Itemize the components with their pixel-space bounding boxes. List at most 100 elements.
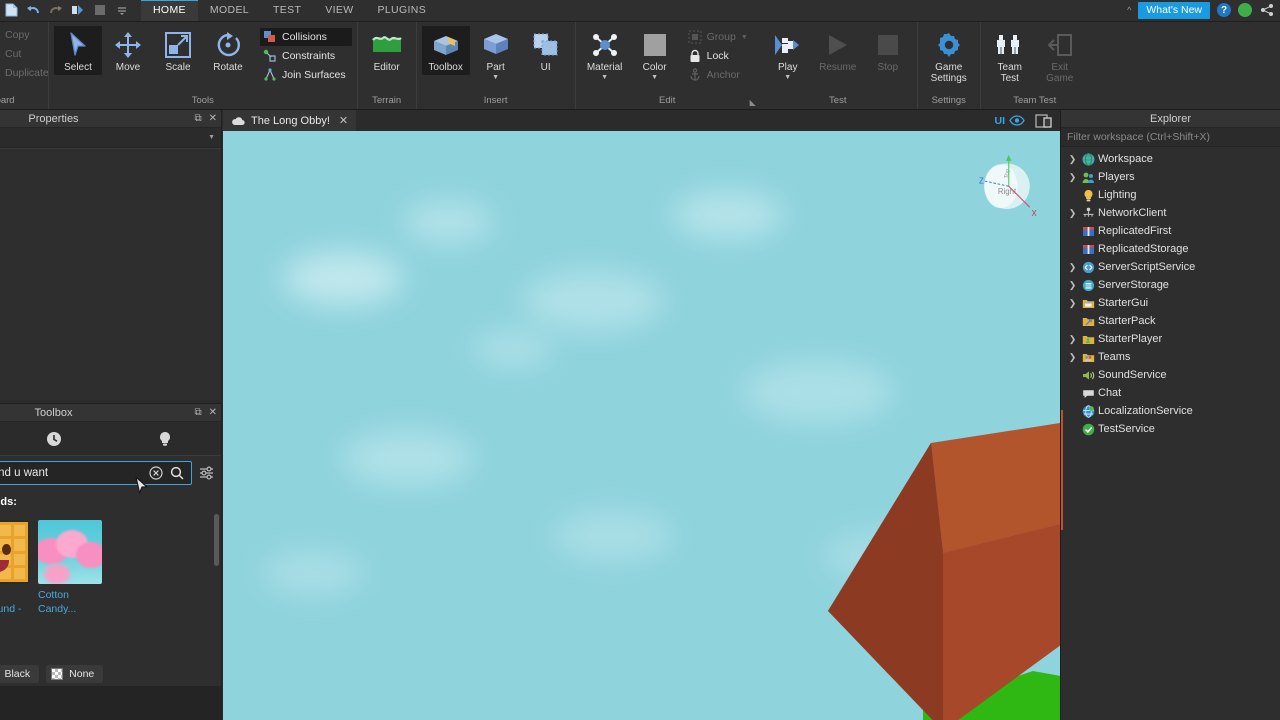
expand-arrow-icon[interactable]: ❯ <box>1067 298 1078 309</box>
explorer-title: Explorer <box>1150 112 1191 125</box>
explorer-item-replicatedstorage[interactable]: ReplicatedStorage <box>1061 240 1280 258</box>
explorer-item-label: NetworkClient <box>1098 207 1167 219</box>
gizmo-axis-x: X <box>1032 209 1038 218</box>
viewport-tab-place[interactable]: The Long Obby! ✕ <box>223 110 357 131</box>
expand-arrow-icon[interactable]: ❯ <box>1067 208 1078 219</box>
properties-filter-input[interactable]: erties (Ctrl+Shift+P) ▼ <box>0 128 221 148</box>
explorer-item-starterplayer[interactable]: ❯ StarterPlayer <box>1061 330 1280 348</box>
device-emulation-button[interactable] <box>1035 113 1052 128</box>
new-file-icon[interactable] <box>4 3 19 18</box>
expand-arrow-icon[interactable]: ❯ <box>1067 172 1078 183</box>
expand-arrow-icon[interactable]: ❯ <box>1067 334 1078 345</box>
team-test-button[interactable]: Team Test <box>986 26 1034 86</box>
explorer-item-chat[interactable]: Chat <box>1061 384 1280 402</box>
expand-arrow-icon[interactable]: ❯ <box>1067 352 1078 363</box>
background-option-black[interactable]: Black <box>0 665 40 683</box>
publish-icon[interactable] <box>70 3 85 18</box>
toolbox-result-item[interactable]: Cotton Candy... <box>38 520 102 616</box>
collapse-ribbon-icon[interactable]: ^ <box>1127 5 1131 15</box>
tab-view[interactable]: VIEW <box>313 0 365 21</box>
part-button[interactable]: Part ▼ <box>472 26 520 82</box>
terrain-editor-button[interactable]: Editor <box>363 26 411 75</box>
network-client-icon <box>1081 206 1095 220</box>
customize-qat-icon[interactable] <box>114 3 129 18</box>
expand-arrow-icon[interactable]: ❯ <box>1067 262 1078 273</box>
toolbox-tab-recent[interactable] <box>0 422 109 455</box>
replicated-icon <box>1081 242 1095 256</box>
clear-search-icon[interactable] <box>149 465 163 480</box>
properties-float-icon[interactable]: ⧉ <box>194 113 201 124</box>
lighting-bulb-icon <box>1081 188 1095 202</box>
tab-model[interactable]: MODEL <box>198 0 261 21</box>
toolbox-close-icon[interactable]: ✕ <box>209 407 217 418</box>
undo-icon[interactable] <box>26 3 41 18</box>
edit-dialog-launcher-icon[interactable]: ◣ <box>750 98 756 107</box>
toolbox-result-item[interactable]: Wafflebackround - <box>0 520 30 616</box>
view-cube-gizmo[interactable]: Right Top Z X <box>972 153 1042 223</box>
explorer-item-testservice[interactable]: TestService <box>1061 420 1280 438</box>
explorer-item-starterpack[interactable]: StarterPack <box>1061 312 1280 330</box>
explorer-item-workspace[interactable]: ❯ Workspace <box>1061 150 1280 168</box>
properties-close-icon[interactable]: ✕ <box>209 113 217 124</box>
material-button[interactable]: Material ▼ <box>581 26 629 82</box>
background-option-none[interactable]: None <box>46 665 104 683</box>
rotate-tool-button[interactable]: Rotate <box>204 26 252 75</box>
explorer-filter-input[interactable]: Filter workspace (Ctrl+Shift+X) <box>1061 128 1280 147</box>
lock-button[interactable]: Lock <box>685 47 754 65</box>
game-settings-button[interactable]: Game Settings <box>923 26 975 86</box>
explorer-item-teams[interactable]: ❯ Teams <box>1061 348 1280 366</box>
explorer-item-startergui[interactable]: ❯ StarterGui <box>1061 294 1280 312</box>
expand-arrow-icon[interactable]: ❯ <box>1067 154 1078 165</box>
toolbox-button[interactable]: Toolbox <box>421 26 470 75</box>
scale-tool-button[interactable]: Scale <box>154 26 202 75</box>
share-icon[interactable] <box>1259 3 1274 18</box>
explorer-item-serverscriptservice[interactable]: ❯ ServerScriptService <box>1061 258 1280 276</box>
explorer-item-lighting[interactable]: Lighting <box>1061 186 1280 204</box>
play-button[interactable]: Play ▼ <box>764 26 812 82</box>
properties-filter-caret-icon[interactable]: ▼ <box>208 134 215 141</box>
viewport-tab-close-icon[interactable]: ✕ <box>339 114 348 127</box>
explorer-item-networkclient[interactable]: ❯ NetworkClient <box>1061 204 1280 222</box>
brown-block[interactable] <box>823 421 1060 720</box>
toolbox-tab-strip <box>0 422 221 456</box>
expand-arrow-icon[interactable]: ❯ <box>1067 280 1078 291</box>
constraints-toggle[interactable]: Constraints <box>260 47 352 65</box>
toolbox-tab-creations[interactable] <box>109 422 221 455</box>
collisions-toggle[interactable]: Collisions <box>260 28 352 46</box>
play-caret-icon[interactable]: ▼ <box>784 74 791 81</box>
toolbox-search-row: s ▼ bacround u want <box>0 456 221 489</box>
toolbox-filter-icon[interactable] <box>197 466 215 480</box>
color-caret-icon[interactable]: ▼ <box>651 74 658 81</box>
tab-home[interactable]: HOME <box>141 0 198 21</box>
join-surfaces-toggle[interactable]: Join Surfaces <box>260 66 352 84</box>
search-icon[interactable] <box>167 466 187 480</box>
material-caret-icon[interactable]: ▼ <box>601 74 608 81</box>
ui-button[interactable]: UI <box>522 26 570 75</box>
cloud-shape <box>553 511 673 561</box>
explorer-item-replicatedfirst[interactable]: ReplicatedFirst <box>1061 222 1280 240</box>
toolbox-search-input[interactable]: bacround u want <box>0 460 192 485</box>
stop-square-icon[interactable] <box>92 3 107 18</box>
toolbox-float-icon[interactable]: ⧉ <box>194 407 201 418</box>
select-tool-button[interactable]: Select <box>54 26 102 75</box>
workspace-globe-icon <box>1081 152 1095 166</box>
viewport-canvas[interactable]: Right Top Z X <box>223 131 1060 720</box>
explorer-item-soundservice[interactable]: SoundService <box>1061 366 1280 384</box>
explorer-item-localizationservice[interactable]: LocalizationService <box>1061 402 1280 420</box>
explorer-item-serverstorage[interactable]: ❯ ServerStorage <box>1061 276 1280 294</box>
whats-new-button[interactable]: What's New <box>1138 1 1210 19</box>
part-caret-icon[interactable]: ▼ <box>492 74 499 81</box>
viewport-tab-label: The Long Obby! <box>251 114 330 127</box>
help-icon[interactable]: ? <box>1217 3 1231 17</box>
redo-icon[interactable] <box>48 3 63 18</box>
tab-plugins[interactable]: PLUGINS <box>366 0 439 21</box>
ui-visibility-toggle[interactable]: UI <box>995 115 1026 127</box>
tab-test[interactable]: TEST <box>261 0 313 21</box>
toolbox-scrollbar[interactable] <box>214 514 219 566</box>
color-button[interactable]: Color ▼ <box>631 26 679 82</box>
result-title-line2: Candy... <box>38 603 77 615</box>
explorer-item-players[interactable]: ❯ Players <box>1061 168 1280 186</box>
explorer-item-label: LocalizationService <box>1098 405 1193 417</box>
move-tool-button[interactable]: Move <box>104 26 152 75</box>
account-status-icon[interactable] <box>1238 3 1252 17</box>
